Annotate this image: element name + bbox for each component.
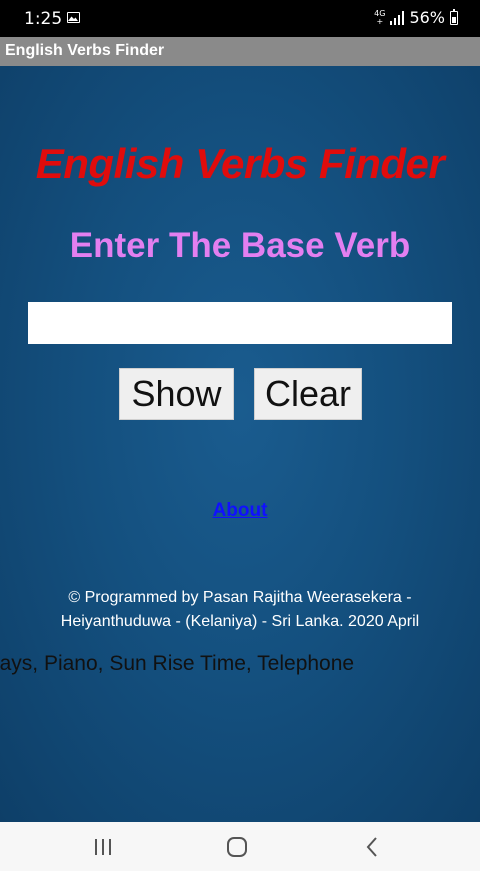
network-type: 4G + xyxy=(374,9,385,26)
signal-icon xyxy=(390,10,405,25)
show-button[interactable]: Show xyxy=(119,368,234,420)
status-time: 1:25 xyxy=(24,9,63,29)
copyright-text: © Programmed by Pasan Rajitha Weeraseker… xyxy=(30,586,450,634)
status-indicators: 4G + 56% xyxy=(374,8,458,27)
clear-button[interactable]: Clear xyxy=(254,368,362,420)
app-title-bar: English Verbs Finder xyxy=(0,37,480,66)
scrolling-app-list[interactable]: Calculator, Age In Days, Piano, Sun Rise… xyxy=(0,652,480,684)
app-title: English Verbs Finder xyxy=(5,42,165,59)
page-heading: English Verbs Finder xyxy=(35,140,445,187)
recents-icon[interactable] xyxy=(83,832,123,862)
navigation-bar xyxy=(0,822,480,871)
home-icon[interactable] xyxy=(217,832,257,862)
verb-input[interactable] xyxy=(28,302,452,344)
status-bar: 1:25 4G + 56% xyxy=(0,0,480,37)
main-content: English Verbs Finder Enter The Base Verb… xyxy=(0,66,480,822)
network-activity: + xyxy=(376,16,384,26)
back-icon[interactable] xyxy=(352,832,392,862)
gallery-icon xyxy=(67,12,80,23)
copyright-line-1: © Programmed by Pasan Rajitha Weeraseker… xyxy=(68,589,412,606)
input-prompt: Enter The Base Verb xyxy=(69,226,411,265)
scrolling-app-list-text: Calculator, Age In Days, Piano, Sun Rise… xyxy=(0,652,355,675)
battery-percentage: 56% xyxy=(409,8,445,27)
about-link[interactable]: About xyxy=(213,500,268,521)
copyright-line-2: Heiyanthuduwa - (Kelaniya) - Sri Lanka. … xyxy=(60,613,420,630)
battery-icon xyxy=(450,8,458,25)
about-link-container: About xyxy=(0,500,480,522)
